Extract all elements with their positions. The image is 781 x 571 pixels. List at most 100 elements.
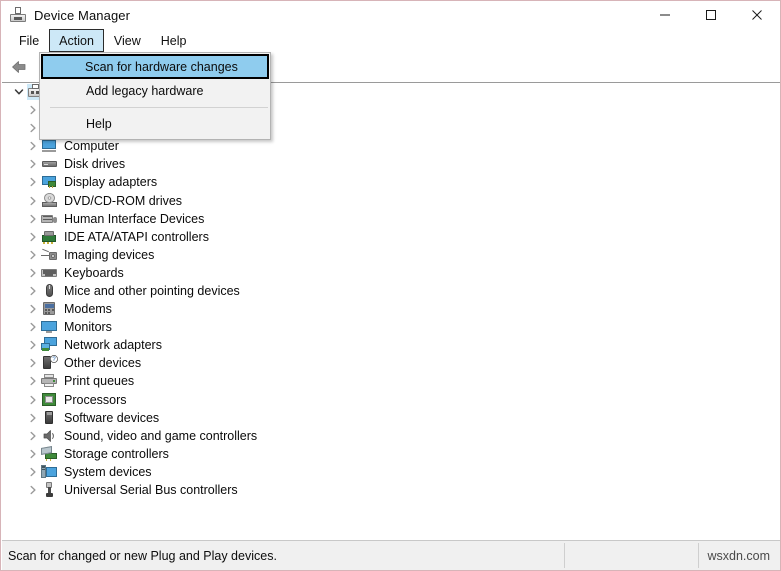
- tree-item-label: Storage controllers: [64, 446, 169, 461]
- tree-row-keyboards[interactable]: Keyboards: [2, 264, 780, 282]
- tree-row-system-devices[interactable]: System devices: [2, 463, 780, 481]
- tree-row-display-adapters[interactable]: Display adapters: [2, 173, 780, 191]
- tree-item-label: Human Interface Devices: [64, 211, 205, 226]
- tree-row-network-adapters[interactable]: Network adapters: [2, 336, 780, 354]
- chevron-right-icon[interactable]: [24, 138, 41, 155]
- monitor-icon: [41, 319, 58, 335]
- close-button[interactable]: [734, 1, 780, 29]
- title-bar: Device Manager: [1, 1, 780, 29]
- mouse-icon: [41, 283, 58, 299]
- tree-item-label: Keyboards: [64, 265, 124, 280]
- tree-row-monitors[interactable]: Monitors: [2, 318, 780, 336]
- tree-row-hid[interactable]: Human Interface Devices: [2, 210, 780, 228]
- chevron-right-icon[interactable]: [24, 427, 41, 444]
- sound-icon: [41, 428, 58, 444]
- tree-row-mice[interactable]: Mice and other pointing devices: [2, 282, 780, 300]
- window-title: Device Manager: [34, 7, 131, 23]
- tree-item-label: Network adapters: [64, 338, 162, 353]
- chevron-right-icon[interactable]: [24, 409, 41, 426]
- menu-help[interactable]: Help: [151, 29, 197, 52]
- tree-row-ide-controllers[interactable]: IDE ATA/ATAPI controllers: [2, 228, 780, 246]
- back-button[interactable]: [6, 55, 32, 79]
- status-divider: [564, 543, 565, 568]
- hid-icon: [41, 211, 58, 227]
- action-dropdown-menu[interactable]: Scan for hardware changes Add legacy har…: [39, 52, 271, 140]
- tree-item-label: Monitors: [64, 320, 112, 335]
- chevron-down-icon[interactable]: [10, 84, 27, 101]
- keyboard-icon: [41, 265, 58, 281]
- chevron-right-icon[interactable]: [24, 301, 41, 318]
- menu-item-help[interactable]: Help: [42, 112, 268, 136]
- menu-item-add-legacy-hardware[interactable]: Add legacy hardware: [42, 79, 268, 103]
- status-message: Scan for changed or new Plug and Play de…: [8, 549, 277, 563]
- dvd-drive-icon: [41, 192, 58, 209]
- menu-action[interactable]: Action: [49, 29, 104, 52]
- usb-icon: [41, 482, 58, 498]
- tree-row-dvd-drives[interactable]: DVD/CD-ROM drives: [2, 191, 780, 209]
- chevron-right-icon[interactable]: [24, 174, 41, 191]
- tree-item-label: Imaging devices: [64, 247, 155, 262]
- network-adapter-icon: [41, 337, 58, 353]
- tree-row-print-queues[interactable]: Print queues: [2, 372, 780, 390]
- tree-item-label: DVD/CD-ROM drives: [64, 193, 183, 208]
- tree-row-usb-controllers[interactable]: Universal Serial Bus controllers: [2, 481, 780, 499]
- tree-row-other-devices[interactable]: ? Other devices: [2, 354, 780, 372]
- chevron-right-icon[interactable]: [24, 373, 41, 390]
- chevron-right-icon[interactable]: [24, 337, 41, 354]
- chevron-right-icon[interactable]: [24, 482, 41, 499]
- tree-item-label: System devices: [64, 464, 152, 479]
- imaging-device-icon: [41, 247, 58, 263]
- menu-item-scan-for-hardware-changes[interactable]: Scan for hardware changes: [41, 54, 269, 79]
- chevron-right-icon[interactable]: [24, 264, 41, 281]
- tree-item-label: Sound, video and game controllers: [64, 428, 258, 443]
- tree-item-label: Modems: [64, 302, 112, 317]
- computer-icon: [41, 138, 58, 154]
- tree-item-label: Display adapters: [64, 175, 158, 190]
- device-tree[interactable]: Batteries Bluetooth: [2, 83, 780, 540]
- menu-view[interactable]: View: [104, 29, 151, 52]
- modem-icon: [41, 301, 58, 317]
- menu-file[interactable]: File: [9, 29, 49, 52]
- chevron-right-icon[interactable]: [24, 319, 41, 336]
- tree-item-label: Print queues: [64, 374, 135, 389]
- chevron-right-icon[interactable]: [24, 156, 41, 173]
- software-device-icon: [41, 410, 58, 426]
- tree-item-label: Software devices: [64, 410, 160, 425]
- status-bar: Scan for changed or new Plug and Play de…: [2, 540, 780, 570]
- chevron-right-icon[interactable]: [24, 391, 41, 408]
- chevron-right-icon[interactable]: [24, 355, 41, 372]
- chevron-right-icon[interactable]: [24, 228, 41, 245]
- tree-item-label: Computer: [64, 139, 119, 154]
- processor-icon: [41, 392, 58, 408]
- tree-row-modems[interactable]: Modems: [2, 300, 780, 318]
- tree-row-sound-controllers[interactable]: Sound, video and game controllers: [2, 427, 780, 445]
- tree-row-storage-controllers[interactable]: Storage controllers: [2, 445, 780, 463]
- printer-icon: [41, 373, 58, 389]
- device-manager-icon: [10, 7, 26, 23]
- close-icon: [752, 10, 762, 20]
- chevron-right-icon[interactable]: [24, 445, 41, 462]
- tree-row-imaging-devices[interactable]: Imaging devices: [2, 246, 780, 264]
- minimize-button[interactable]: [642, 1, 688, 29]
- back-icon: [12, 61, 26, 73]
- maximize-button[interactable]: [688, 1, 734, 29]
- tree-row-processors[interactable]: Processors: [2, 391, 780, 409]
- tree-item-label: Disk drives: [64, 157, 126, 172]
- chevron-right-icon[interactable]: [24, 463, 41, 480]
- chevron-right-icon[interactable]: [24, 282, 41, 299]
- display-adapter-icon: [41, 174, 58, 190]
- menu-bar: File Action View Help: [1, 29, 780, 52]
- ide-controller-icon: [41, 229, 58, 245]
- device-manager-window: Device Manager File Action View Help Com…: [0, 0, 781, 571]
- tree-item-label: Processors: [64, 392, 127, 407]
- disk-drive-icon: [41, 156, 58, 172]
- chevron-right-icon[interactable]: [24, 246, 41, 263]
- menu-separator: [50, 107, 268, 108]
- chevron-right-icon[interactable]: [24, 210, 41, 227]
- tree-row-software-devices[interactable]: Software devices: [2, 409, 780, 427]
- watermark: wsxdn.com: [707, 549, 770, 563]
- chevron-right-icon[interactable]: [24, 192, 41, 209]
- tree-item-label: Other devices: [64, 356, 142, 371]
- maximize-icon: [706, 10, 716, 20]
- tree-row-disk-drives[interactable]: Disk drives: [2, 155, 780, 173]
